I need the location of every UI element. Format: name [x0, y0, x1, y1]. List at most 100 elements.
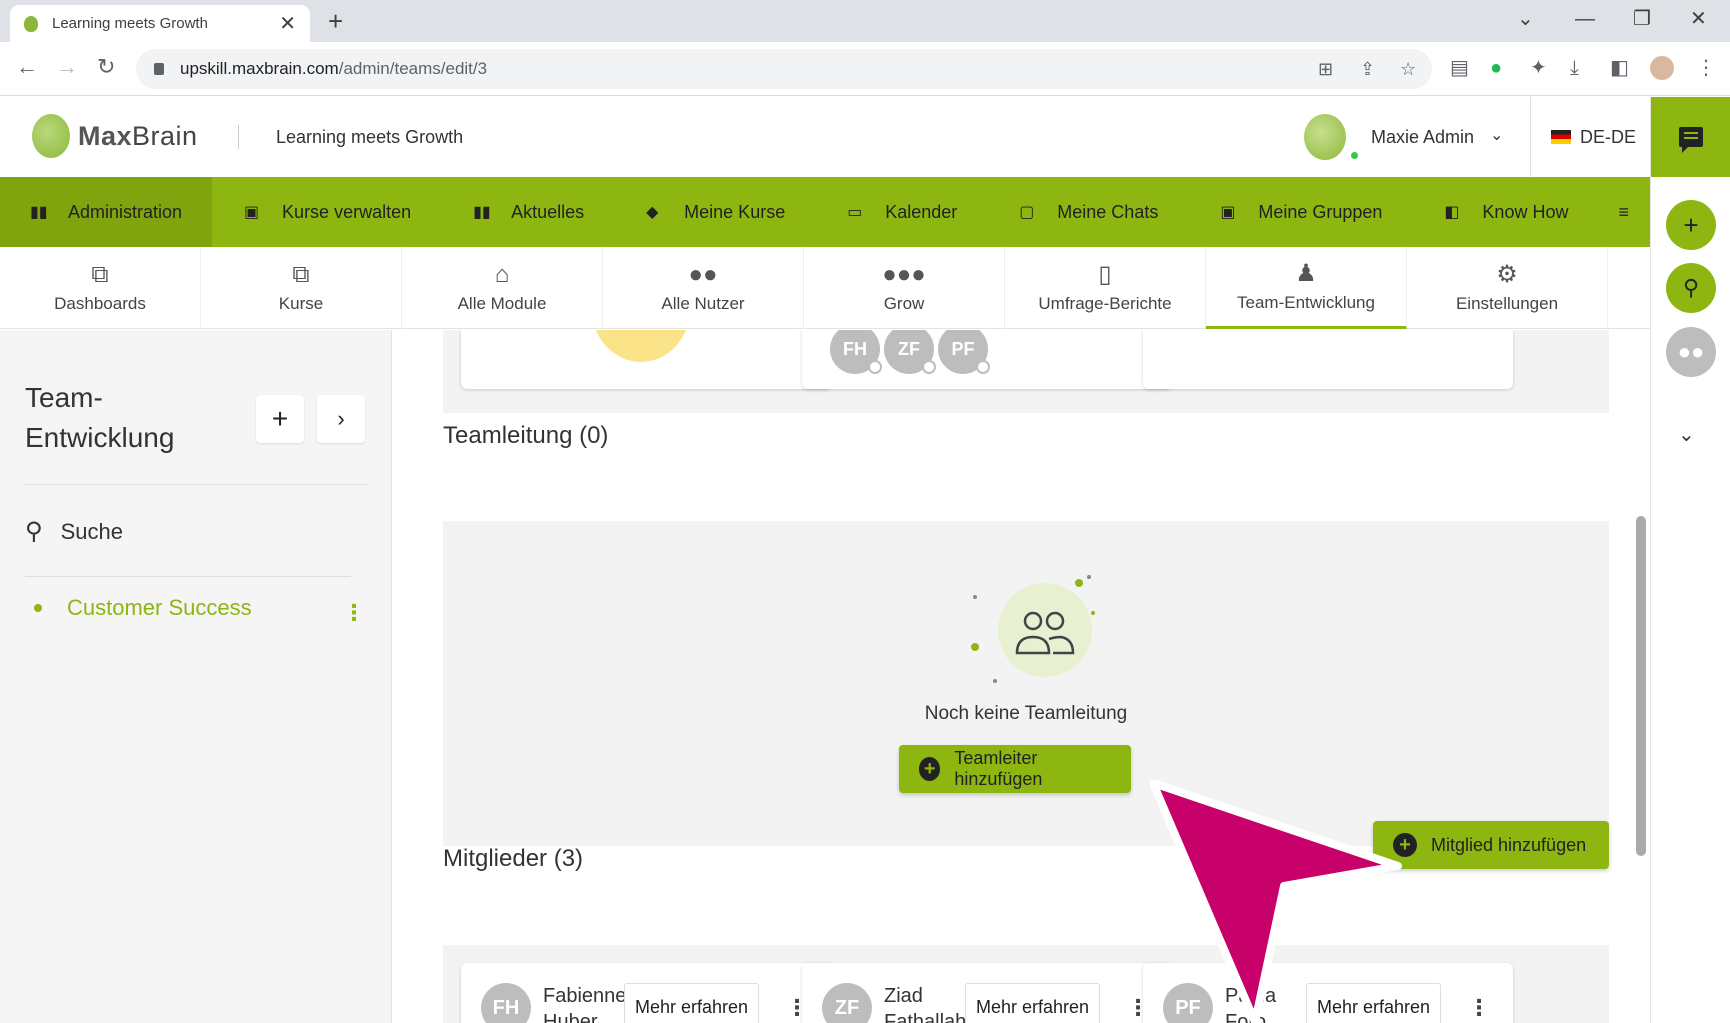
nav-meine-chats[interactable]: ▢ Meine Chats [957, 177, 1158, 247]
minimize-icon[interactable]: — [1575, 8, 1595, 30]
side-panel-icon[interactable]: ◧ [1610, 56, 1629, 80]
nav-label: Aktuelles [511, 201, 585, 222]
nav-meine-gruppen[interactable]: ▣ Meine Gruppen [1158, 177, 1382, 247]
chat-button[interactable] [1651, 97, 1730, 177]
tab-title: Learning meets Growth [52, 15, 208, 32]
nav-aktuelles[interactable]: ▮▮ Aktuelles [411, 177, 584, 247]
chevron-down-icon[interactable]: ⌄ [1490, 125, 1503, 145]
forward-icon[interactable]: → [56, 54, 78, 80]
translate-icon[interactable]: ⊞ [1318, 59, 1333, 80]
nav-know-how[interactable]: ◧ Know How [1382, 177, 1568, 247]
nav-kurse-verwalten[interactable]: ▣ Kurse verwalten [212, 177, 411, 247]
course-manage-icon: ▣ [244, 204, 260, 221]
subnav-label: Umfrage-Berichte [1038, 294, 1172, 313]
people-icon [1015, 611, 1075, 655]
add-team-leader-button[interactable]: + Teamleiter hinzufügen [899, 745, 1131, 793]
stats-card-empty [1143, 330, 1513, 389]
puzzle-icon[interactable]: ✦ [1530, 56, 1547, 80]
user-name[interactable]: Maxie Admin [1371, 127, 1474, 148]
sidebar-search[interactable]: ⚲ Suche [25, 517, 123, 546]
subnav-label: Einstellungen [1455, 294, 1559, 313]
bookmark-star-icon[interactable]: ☆ [1400, 59, 1416, 80]
team-options-kebab-icon[interactable]: ⋮ [343, 600, 365, 626]
subnav-alle-nutzer[interactable]: ●● Alle Nutzer [603, 247, 804, 329]
chevron-down-icon[interactable]: ⌄ [1678, 422, 1695, 447]
subnav-label: Alle Module [457, 294, 547, 313]
nav-label: Meine Kurse [684, 201, 786, 222]
url-field[interactable]: upskill.maxbrain.com/admin/teams/edit/3 [136, 49, 1432, 89]
maxbrain-extension-icon[interactable]: ● [1490, 56, 1502, 80]
nav-label: Meine Chats [1057, 201, 1159, 222]
groups-icon: ▣ [1220, 204, 1236, 221]
more-info-button[interactable]: Mehr erfahren [965, 983, 1101, 1023]
annotation-arrow-icon [1150, 780, 1402, 1023]
extension-icon[interactable]: ▤ [1450, 56, 1469, 80]
address-bar-row: ← → ↻ upskill.maxbrain.com/admin/teams/e… [0, 42, 1730, 96]
avatar: FH [830, 330, 882, 374]
leadership-title: Teamleitung (0) [443, 422, 609, 449]
back-icon[interactable]: ← [16, 54, 38, 80]
main-content: FH ZF PF Teamleitung (0) Noch keine Team… [393, 330, 1650, 1023]
subnav-label: Kurse [278, 294, 324, 313]
close-tab-icon[interactable]: ✕ [279, 14, 296, 34]
app-header: MaxBrain Learning meets Growth Maxie Adm… [0, 97, 1650, 177]
page-scrollbar[interactable] [1636, 516, 1646, 856]
subnav-alle-module[interactable]: ⌂ Alle Module [402, 247, 603, 329]
users-icon: ●● [688, 261, 718, 288]
subnav-label: Alle Nutzer [661, 294, 745, 313]
language-selector[interactable]: DE-DE [1580, 127, 1636, 148]
search-label: Suche [60, 518, 123, 544]
chat-bubble-icon [1679, 127, 1703, 153]
search-button[interactable]: ⚲ [1666, 263, 1716, 313]
url-path: /admin/teams/edit/3 [338, 59, 488, 78]
member-card: ZF Ziad Fathallah Mehr erfahren ⋮ [802, 963, 1172, 1023]
stats-card-pie [461, 330, 831, 389]
subnav-label: Dashboards [54, 294, 146, 313]
browser-tab[interactable]: Learning meets Growth ✕ [10, 5, 310, 42]
avatar: PF [938, 330, 990, 374]
nav-meine-kurse[interactable]: ◆ Meine Kurse [584, 177, 785, 247]
groups-button[interactable]: ●● [1666, 327, 1716, 377]
chevron-right-icon[interactable]: › [317, 395, 365, 443]
avatar: ZF [822, 983, 872, 1023]
book-stack-icon: ⧉ [91, 261, 109, 288]
team-sidebar: Team- Entwicklung + › ⚲ Suche Customer Su… [0, 330, 392, 1023]
add-member-label: Mitglied hinzufügen [1431, 834, 1587, 855]
new-tab-button[interactable]: + [328, 8, 343, 34]
tab-search-icon[interactable]: ⌄ [1517, 8, 1534, 30]
subnav-umfrage-berichte[interactable]: ▯ Umfrage-Berichte [1005, 247, 1206, 329]
reload-icon[interactable]: ↻ [97, 54, 115, 80]
profile-avatar-icon[interactable] [1650, 56, 1674, 80]
subnav-grow[interactable]: ●●● Grow [804, 247, 1005, 329]
member-options-kebab-icon[interactable]: ⋮ [1468, 995, 1490, 1021]
nav-administration[interactable]: ▮▮ Administration [0, 177, 213, 247]
calendar-icon: ▭ [847, 204, 863, 221]
add-team-leader-label: Teamleiter hinzufügen [954, 748, 1043, 789]
admin-sub-navigation: ⧉ Dashboards ⧉ Kurse ⌂ Alle Module ●● Alle N… [0, 247, 1650, 329]
add-button[interactable]: + [1666, 200, 1716, 250]
subnav-dashboards[interactable]: ⧉ Dashboards [0, 247, 201, 329]
more-info-button[interactable]: Mehr erfahren [624, 983, 760, 1023]
stats-card-avatars: FH ZF PF [802, 330, 1172, 389]
sidebar-title-line2: Entwicklung [25, 422, 175, 453]
nav-collapse-icon[interactable]: ≡ [1568, 177, 1629, 247]
restore-icon[interactable]: ❐ [1633, 8, 1651, 30]
maxbrain-logo[interactable]: MaxBrain [32, 114, 198, 158]
avatar: ZF [884, 330, 936, 374]
sidebar-title-line1: Team- [25, 382, 103, 413]
subnav-einstellungen[interactable]: ⚙ Einstellungen [1407, 247, 1608, 329]
subnav-kurse[interactable]: ⧉ Kurse [201, 247, 402, 329]
menu-kebab-icon[interactable]: ⋮ [1696, 56, 1716, 80]
download-icon[interactable]: ⤓ [1570, 56, 1579, 80]
add-team-button[interactable]: + [256, 395, 304, 443]
subnav-team-entwicklung[interactable]: ♟ Team-Entwicklung [1206, 247, 1407, 329]
user-avatar[interactable] [1304, 114, 1346, 160]
member-card: FH Fabienne Huber Mehr erfahren ⋮ [461, 963, 831, 1023]
browser-tab-bar: Learning meets Growth ✕ + ⌄ — ❐ ✕ [0, 0, 1730, 42]
gears-icon: ⚙ [1496, 261, 1518, 288]
sidebar-item-customer-success[interactable]: Customer Success [34, 595, 252, 621]
header-subtitle: Learning meets Growth [276, 127, 464, 147]
share-icon[interactable]: ⇪ [1360, 59, 1375, 80]
nav-kalender[interactable]: ▭ Kalender [785, 177, 957, 247]
close-window-icon[interactable]: ✕ [1690, 8, 1707, 30]
